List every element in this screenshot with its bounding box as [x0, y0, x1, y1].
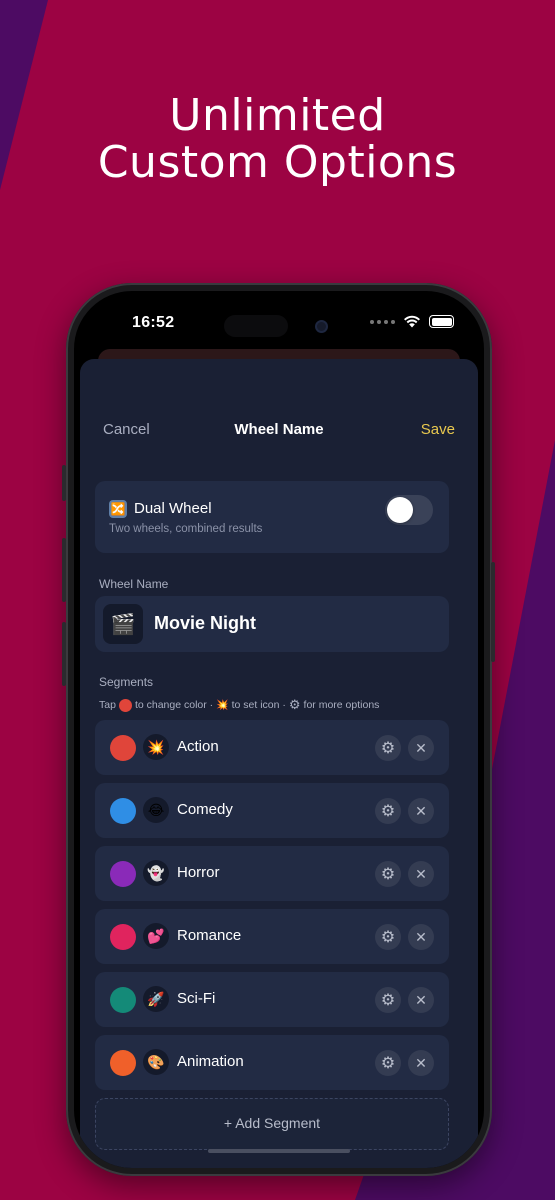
- phone-screen: 16:52 Cancel Wheel Name Save 🔀 Dual Whee…: [74, 291, 484, 1168]
- add-segment-button[interactable]: + Add Segment: [95, 1098, 449, 1150]
- wheel-name-input[interactable]: Movie Night: [154, 613, 256, 634]
- segment-row: 👻 Horror ⚙ ✕: [95, 846, 449, 901]
- gear-icon[interactable]: ⚙: [375, 924, 401, 950]
- phone-volume-up: [62, 538, 66, 602]
- clapperboard-icon[interactable]: 🎬: [103, 604, 143, 644]
- hint-part-3: to set icon ·: [231, 699, 286, 711]
- add-segment-label: + Add Segment: [223, 1115, 321, 1131]
- segment-label[interactable]: Romance: [177, 927, 241, 944]
- close-icon[interactable]: ✕: [408, 861, 434, 887]
- gear-icon[interactable]: ⚙: [375, 1050, 401, 1076]
- segment-row: 💕 Romance ⚙ ✕: [95, 909, 449, 964]
- headline-line-1: Unlimited: [169, 90, 386, 141]
- gear-icon[interactable]: ⚙: [375, 735, 401, 761]
- hint-part-1: Tap: [99, 699, 116, 711]
- segment-emoji-icon[interactable]: 🎨: [143, 1049, 169, 1075]
- save-button[interactable]: Save: [421, 421, 455, 438]
- promo-headline: Unlimited Custom Options: [0, 92, 555, 186]
- segments-hint: Tap to change color · 💥 to set icon · ⚙ …: [99, 697, 379, 713]
- segment-color-swatch[interactable]: [110, 861, 136, 887]
- gear-icon[interactable]: ⚙: [375, 798, 401, 824]
- edit-wheel-sheet: Cancel Wheel Name Save 🔀 Dual Wheel Two …: [80, 359, 478, 1168]
- dynamic-island: [224, 315, 288, 337]
- segment-emoji-icon[interactable]: 👻: [143, 860, 169, 886]
- signal-icon: [370, 319, 395, 324]
- segment-row: 🎨 Animation ⚙ ✕: [95, 1035, 449, 1090]
- explosion-icon: 💥: [216, 699, 229, 711]
- close-icon[interactable]: ✕: [408, 735, 434, 761]
- segment-label[interactable]: Animation: [177, 1053, 244, 1070]
- close-icon[interactable]: ✕: [408, 987, 434, 1013]
- segment-color-swatch[interactable]: [110, 987, 136, 1013]
- wifi-icon: [404, 315, 420, 328]
- hint-part-4: for more options: [303, 699, 380, 711]
- segment-color-swatch[interactable]: [110, 735, 136, 761]
- gear-icon[interactable]: ⚙: [375, 987, 401, 1013]
- dual-wheel-subtitle: Two wheels, combined results: [109, 523, 263, 535]
- battery-icon: [429, 315, 454, 328]
- segment-label[interactable]: Horror: [177, 864, 220, 881]
- segment-emoji-icon[interactable]: 🚀: [143, 986, 169, 1012]
- segment-row: 🚀 Sci-Fi ⚙ ✕: [95, 972, 449, 1027]
- segments-label: Segments: [99, 675, 154, 689]
- headline-line-2: Custom Options: [97, 137, 458, 188]
- segment-row: 😂 Comedy ⚙ ✕: [95, 783, 449, 838]
- segment-color-swatch[interactable]: [110, 1050, 136, 1076]
- dual-wheel-toggle[interactable]: [385, 495, 433, 525]
- status-indicators: [370, 315, 454, 328]
- home-indicator: [208, 1149, 350, 1153]
- phone-volume-down: [62, 622, 66, 686]
- segment-emoji-icon[interactable]: 💕: [143, 923, 169, 949]
- segment-color-swatch[interactable]: [110, 924, 136, 950]
- toggle-knob: [387, 497, 413, 523]
- status-time: 16:52: [132, 314, 175, 331]
- nav-bar: Cancel Wheel Name Save: [80, 421, 478, 445]
- nav-title: Wheel Name: [234, 421, 324, 438]
- wheel-name-label: Wheel Name: [99, 577, 169, 591]
- close-icon[interactable]: ✕: [408, 1050, 434, 1076]
- segment-emoji-icon[interactable]: 😂: [143, 797, 169, 823]
- color-dot-icon: [118, 698, 132, 712]
- camera-icon: [315, 320, 328, 333]
- gear-icon: ⚙: [288, 697, 301, 712]
- phone-power-button: [491, 562, 495, 662]
- segment-emoji-icon[interactable]: 💥: [143, 734, 169, 760]
- segment-label[interactable]: Action: [177, 738, 219, 755]
- gear-icon[interactable]: ⚙: [375, 861, 401, 887]
- segment-label[interactable]: Comedy: [177, 801, 233, 818]
- hint-part-2: to change color ·: [134, 699, 214, 711]
- segment-label[interactable]: Sci-Fi: [177, 990, 215, 1007]
- shuffle-icon: 🔀: [109, 500, 127, 518]
- wheel-name-field[interactable]: 🎬 Movie Night: [95, 596, 449, 652]
- dual-wheel-card: 🔀 Dual Wheel Two wheels, combined result…: [95, 481, 449, 553]
- close-icon[interactable]: ✕: [408, 798, 434, 824]
- close-icon[interactable]: ✕: [408, 924, 434, 950]
- segment-row: 💥 Action ⚙ ✕: [95, 720, 449, 775]
- phone-action-button: [62, 465, 66, 501]
- segment-color-swatch[interactable]: [110, 798, 136, 824]
- dual-wheel-title: Dual Wheel: [134, 500, 212, 517]
